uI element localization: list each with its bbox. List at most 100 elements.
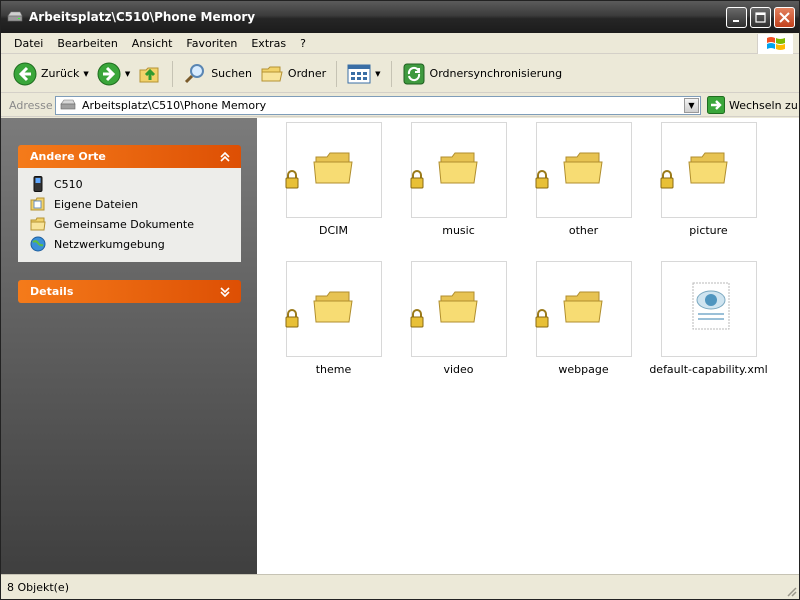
item-label: picture	[689, 224, 728, 237]
mobile-phone-icon	[30, 176, 46, 192]
toolbar-separator	[172, 60, 174, 87]
other-places-title: Andere Orte	[30, 150, 106, 163]
documents-folder-icon	[30, 196, 46, 212]
folder-icon	[437, 152, 478, 184]
resize-grip-icon[interactable]	[785, 585, 797, 597]
item-thumbnail	[535, 261, 632, 357]
back-button[interactable]: Zurück ▼	[9, 59, 93, 89]
search-icon	[185, 63, 205, 83]
place-label: Eigene Dateien	[54, 197, 139, 211]
item-thumbnail	[285, 261, 382, 357]
folder-icon	[562, 152, 603, 184]
folder-icon	[562, 291, 603, 323]
menu-bearbeiten[interactable]: Bearbeiten	[50, 37, 124, 50]
folder-icon	[312, 152, 353, 184]
lock-icon	[535, 170, 548, 189]
folder-icon	[312, 291, 353, 323]
place-c510[interactable]: C510	[30, 174, 241, 194]
views-button[interactable]: ▼	[343, 59, 384, 89]
other-places-panel: Andere Orte C510 Eigene Dateien Gemeinsa…	[18, 145, 241, 262]
collapse-icon[interactable]	[217, 149, 233, 165]
back-dropdown-icon[interactable]: ▼	[83, 70, 88, 78]
address-dropdown-button[interactable]: ▼	[684, 97, 699, 113]
other-places-header[interactable]: Andere Orte	[18, 145, 241, 168]
lock-icon	[535, 309, 548, 328]
lock-icon	[410, 170, 423, 189]
item-label: default-capability.xml	[649, 363, 768, 376]
expand-icon[interactable]	[217, 284, 233, 300]
search-button[interactable]: Suchen	[179, 59, 256, 89]
sync-icon	[403, 63, 425, 84]
toolbar: Zurück ▼ ▼ Suchen Ordner ▼ Ordnersynchro…	[1, 55, 799, 93]
menu-favoriten[interactable]: Favoriten	[179, 37, 244, 50]
close-button[interactable]	[774, 7, 795, 28]
folder-icon	[261, 66, 283, 81]
drive-icon	[60, 99, 76, 110]
folder-icon	[687, 152, 728, 184]
item-label: music	[442, 224, 475, 237]
item-label: theme	[315, 363, 352, 376]
lock-icon	[660, 170, 673, 189]
go-label: Wechseln zu	[729, 98, 798, 112]
minimize-icon	[732, 19, 739, 22]
back-arrow-icon	[13, 62, 37, 85]
status-bar: 8 Objekt(e)	[1, 574, 799, 599]
title-bar[interactable]: Arbeitsplatz\C510\Phone Memory	[1, 1, 799, 33]
folder-item[interactable]: music	[396, 122, 521, 237]
place-eigene-dateien[interactable]: Eigene Dateien	[30, 194, 241, 214]
item-label: DCIM	[319, 224, 348, 237]
item-label: other	[568, 224, 599, 237]
item-thumbnail	[660, 261, 757, 357]
views-dropdown-icon[interactable]: ▼	[375, 70, 380, 78]
up-folder-button[interactable]	[134, 59, 166, 89]
folder-item[interactable]: webpage	[521, 261, 646, 376]
lock-icon	[410, 309, 423, 328]
folder-item[interactable]: picture	[646, 122, 771, 237]
details-panel: Details	[18, 280, 241, 303]
place-label: C510	[54, 177, 83, 191]
menu-ansicht[interactable]: Ansicht	[125, 37, 180, 50]
address-bar: Adresse Arbeitsplatz\C510\Phone Memory ▼…	[1, 94, 799, 117]
windows-logo-icon	[757, 34, 793, 54]
lock-icon	[285, 309, 298, 328]
folders-button[interactable]: Ordner	[256, 59, 330, 89]
folder-icon	[437, 291, 478, 323]
menu-extras[interactable]: Extras	[244, 37, 293, 50]
task-pane: Andere Orte C510 Eigene Dateien Gemeinsa…	[1, 118, 257, 574]
item-label: webpage	[558, 363, 609, 376]
menu-datei[interactable]: Datei	[7, 37, 50, 50]
item-thumbnail	[410, 122, 507, 218]
maximize-icon	[755, 12, 766, 23]
sync-button[interactable]: Ordnersynchronisierung	[398, 59, 567, 89]
forward-dropdown-icon[interactable]: ▼	[125, 70, 130, 78]
go-button[interactable]: Wechseln zu	[707, 96, 798, 114]
folder-item[interactable]: theme	[271, 261, 396, 376]
toolbar-separator	[390, 60, 392, 87]
minimize-button[interactable]	[726, 7, 747, 28]
address-label: Adresse	[9, 98, 53, 112]
folder-item[interactable]: DCIM	[271, 122, 396, 237]
details-title: Details	[30, 285, 74, 298]
menu-bar: Datei Bearbeiten Ansicht Favoriten Extra…	[1, 33, 799, 54]
chevron-down-icon: ▼	[688, 100, 695, 110]
address-value: Arbeitsplatz\C510\Phone Memory	[82, 98, 267, 112]
address-input[interactable]: Arbeitsplatz\C510\Phone Memory ▼	[55, 95, 701, 115]
xml-file-icon	[692, 282, 729, 330]
item-thumbnail	[285, 122, 382, 218]
place-label: Gemeinsame Dokumente	[54, 217, 194, 231]
folder-item[interactable]: video	[396, 261, 521, 376]
drive-icon	[7, 11, 23, 22]
forward-button[interactable]: ▼	[93, 59, 134, 89]
place-netzwerkumgebung[interactable]: Netzwerkumgebung	[30, 234, 241, 254]
views-icon	[347, 64, 371, 83]
file-view: DCIM music other picture theme video webpage de…	[257, 118, 799, 574]
maximize-button[interactable]	[750, 7, 771, 28]
place-gemeinsame-dokumente[interactable]: Gemeinsame Dokumente	[30, 214, 241, 234]
details-header[interactable]: Details	[18, 280, 241, 303]
other-places-body: C510 Eigene Dateien Gemeinsame Dokumente	[18, 168, 241, 262]
explorer-window: Arbeitsplatz\C510\Phone Memory Datei Bea…	[0, 0, 800, 600]
window-title: Arbeitsplatz\C510\Phone Memory	[29, 10, 256, 24]
menu-help[interactable]: ?	[293, 37, 313, 50]
folder-item[interactable]: other	[521, 122, 646, 237]
file-item[interactable]: default-capability.xml	[646, 261, 771, 376]
